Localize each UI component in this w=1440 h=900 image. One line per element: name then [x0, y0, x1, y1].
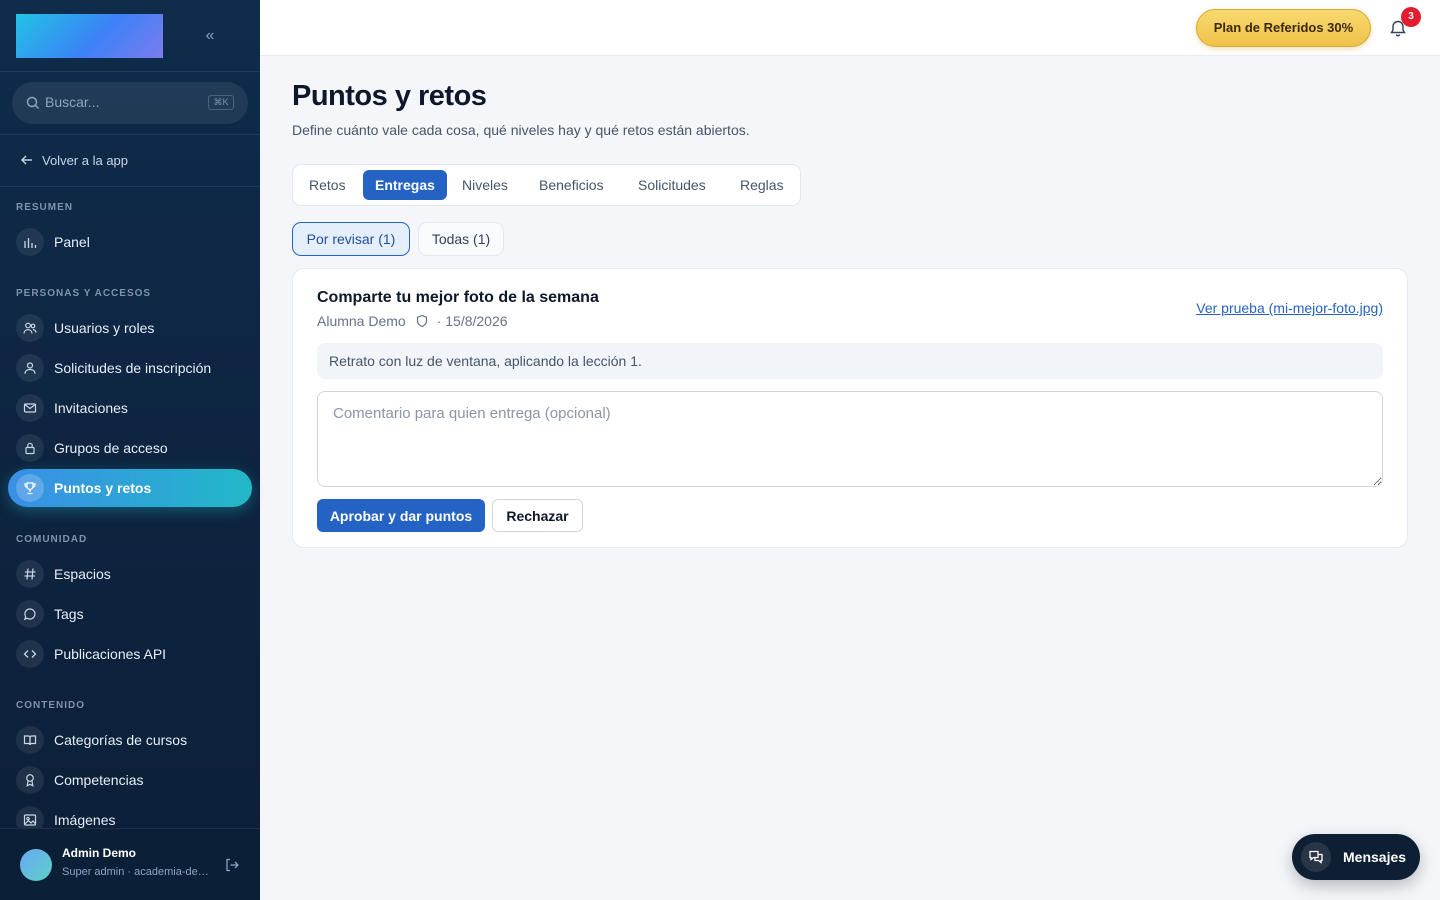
search-placeholder: Buscar...	[45, 94, 100, 110]
notification-badge: 3	[1401, 7, 1421, 27]
sidebar-item-label: Espacios	[54, 566, 111, 582]
code-icon	[16, 640, 44, 668]
user-role: Super admin · academia-demo	[62, 866, 212, 878]
sidebar-item-solicitudes[interactable]: Solicitudes de inscripción	[8, 349, 252, 387]
section-label-contenido: CONTENIDO	[16, 700, 85, 711]
sidebar-item-label: Invitaciones	[54, 400, 128, 416]
sidebar-item-label: Puntos y retos	[54, 480, 152, 496]
sidebar-item-invitaciones[interactable]: Invitaciones	[8, 389, 252, 427]
submission-title: Comparte tu mejor foto de la semana	[317, 289, 599, 306]
chat-bubble-icon	[16, 600, 44, 628]
sidebar-item-label: Tags	[54, 606, 84, 622]
arrow-left-icon	[21, 155, 32, 165]
sidebar-item-competencias[interactable]: Competencias	[8, 761, 252, 799]
sidebar-item-grupos[interactable]: Grupos de acceso	[8, 429, 252, 467]
sidebar: « Buscar... ⌘K Volver a la app RESUMEN P…	[0, 0, 260, 900]
users-icon	[16, 314, 44, 342]
bar-chart-icon	[16, 228, 44, 256]
sidebar-item-label: Categorías de cursos	[54, 732, 188, 748]
tab-bar: Retos Entregas Niveles Beneficios Solici…	[292, 164, 801, 206]
search-icon	[26, 96, 40, 110]
divider	[0, 134, 260, 135]
submission-note: Retrato con luz de ventana, aplicando la…	[317, 343, 1383, 379]
search-input[interactable]: Buscar... ⌘K	[12, 82, 248, 124]
messages-label: Mensajes	[1343, 849, 1407, 865]
referral-plan-button[interactable]: Plan de Referidos 30%	[1196, 9, 1371, 47]
messages-icon	[1301, 842, 1331, 872]
tab-beneficios[interactable]: Beneficios	[527, 170, 616, 200]
section-label-comunidad: COMUNIDAD	[16, 534, 88, 545]
sidebar-item-publicaciones[interactable]: Publicaciones API	[8, 635, 252, 673]
section-label-resumen: RESUMEN	[16, 202, 74, 213]
approve-button[interactable]: Aprobar y dar puntos	[317, 499, 485, 532]
sidebar-item-label: Publicaciones API	[54, 646, 167, 662]
reject-button[interactable]: Rechazar	[492, 499, 583, 532]
award-icon	[16, 766, 44, 794]
comment-textarea[interactable]	[317, 391, 1383, 487]
tab-entregas[interactable]: Entregas	[363, 170, 447, 200]
tab-retos[interactable]: Retos	[297, 170, 358, 200]
topbar: Plan de Referidos 30% 3	[260, 0, 1440, 56]
lock-icon	[16, 434, 44, 462]
tab-reglas[interactable]: Reglas	[728, 170, 796, 200]
filter-all-button[interactable]: Todas (1)	[418, 222, 504, 256]
search-shortcut: ⌘K	[208, 95, 234, 110]
sidebar-item-label: Solicitudes de inscripción	[54, 360, 212, 376]
submission-card: Comparte tu mejor foto de la semana Alum…	[292, 268, 1408, 548]
mail-icon	[16, 394, 44, 422]
tab-niveles[interactable]: Niveles	[450, 170, 520, 200]
sidebar-item-tags[interactable]: Tags	[8, 595, 252, 633]
section-label-personas: PERSONAS Y ACCESOS	[16, 288, 152, 299]
sidebar-item-label: Panel	[54, 234, 90, 250]
sidebar-item-label: Usuarios y roles	[54, 320, 155, 336]
tab-solicitudes[interactable]: Solicitudes	[626, 170, 718, 200]
sidebar-item-panel[interactable]: Panel	[8, 223, 252, 261]
page-title: Puntos y retos	[292, 80, 487, 112]
view-proof-link[interactable]: Ver prueba (mi-mejor-foto.jpg)	[1196, 300, 1383, 316]
sidebar-item-usuarios[interactable]: Usuarios y roles	[8, 309, 252, 347]
user-name: Admin Demo	[62, 846, 137, 860]
submission-meta: Alumna Demo · 15/8/2026	[317, 313, 508, 329]
logout-icon[interactable]	[224, 857, 240, 873]
brand-logo[interactable]	[16, 14, 163, 58]
book-icon	[16, 726, 44, 754]
messages-button[interactable]: Mensajes	[1292, 834, 1420, 880]
collapse-sidebar-icon[interactable]: «	[200, 24, 220, 48]
submission-author: Alumna Demo	[317, 313, 406, 329]
sidebar-item-espacios[interactable]: Espacios	[8, 555, 252, 593]
hash-icon	[16, 560, 44, 588]
submission-date: · 15/8/2026	[436, 313, 508, 329]
back-to-app-link[interactable]: Volver a la app	[20, 150, 128, 170]
avatar[interactable]	[20, 849, 52, 881]
sidebar-item-label: Imágenes	[54, 812, 116, 828]
user-icon	[16, 354, 44, 382]
shield-icon	[416, 314, 427, 328]
divider	[0, 186, 260, 187]
user-panel: Admin Demo Super admin · academia-demo	[0, 828, 260, 900]
sidebar-header: «	[0, 0, 260, 72]
trophy-icon	[16, 474, 44, 502]
sidebar-item-puntos[interactable]: Puntos y retos	[8, 469, 252, 507]
sidebar-item-label: Competencias	[54, 772, 144, 788]
sidebar-item-label: Grupos de acceso	[54, 440, 168, 456]
filter-pending-button[interactable]: Por revisar (1)	[292, 222, 410, 256]
back-label: Volver a la app	[42, 152, 129, 168]
sidebar-item-categorias[interactable]: Categorías de cursos	[8, 721, 252, 759]
page-subtitle: Define cuánto vale cada cosa, qué nivele…	[292, 122, 750, 138]
